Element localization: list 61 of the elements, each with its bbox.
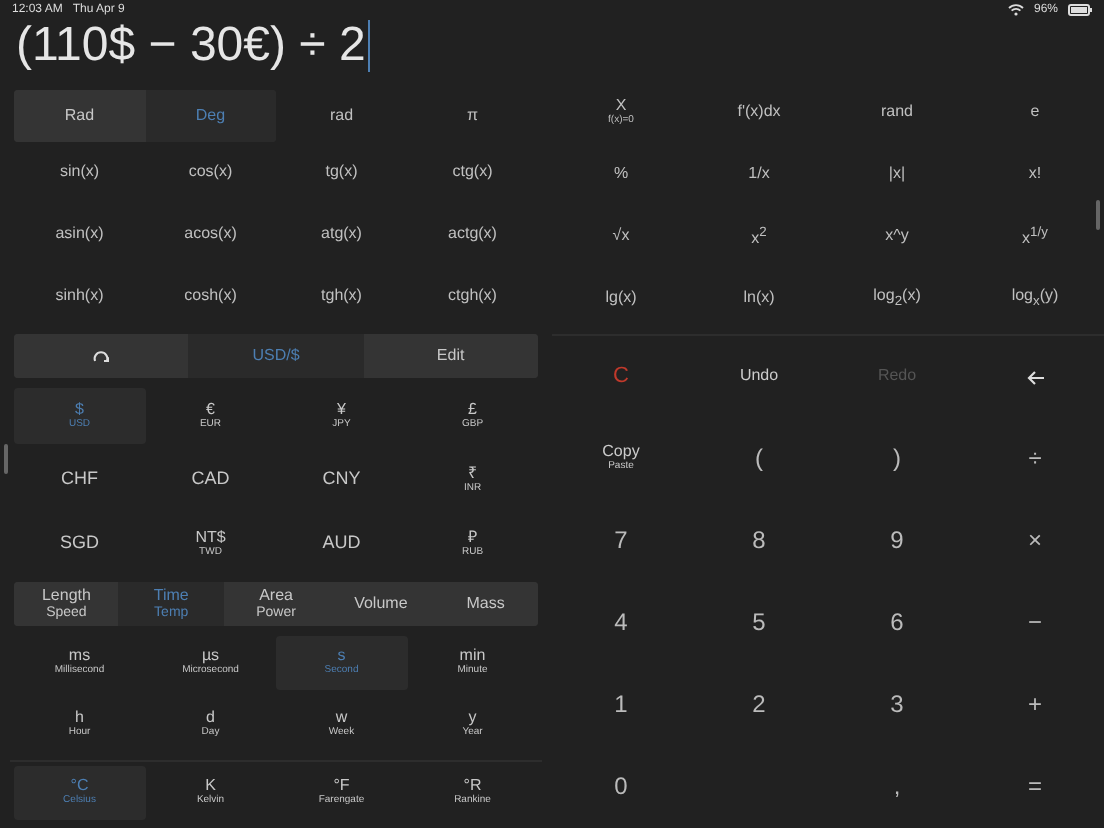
function-key[interactable]: acos(x) — [145, 204, 276, 266]
unit-item[interactable]: CNY — [276, 452, 407, 508]
function-key[interactable]: cos(x) — [145, 142, 276, 204]
refresh-icon — [92, 348, 111, 364]
function-key[interactable]: sin(x) — [14, 142, 145, 204]
function-key[interactable]: x$^{1/y}$ — [966, 206, 1104, 268]
text-cursor — [367, 20, 371, 72]
unit-item[interactable]: AUD — [276, 516, 407, 572]
keypad-key[interactable]: , — [828, 746, 966, 828]
operator-key[interactable]: + — [966, 664, 1104, 746]
function-key[interactable]: rad — [276, 90, 407, 142]
function-key[interactable]: f'(x)dx — [690, 82, 828, 144]
operator-key[interactable]: × — [966, 500, 1104, 582]
unit-item[interactable]: CAD — [145, 452, 276, 508]
keypad-key[interactable]: ) — [828, 418, 966, 500]
function-key[interactable]: √x — [552, 206, 690, 268]
keypad-key[interactable]: 4 — [552, 582, 690, 664]
keypad-key[interactable]: 2 — [690, 664, 828, 746]
function-key[interactable]: atg(x) — [276, 204, 407, 266]
unit-item[interactable]: SGD — [14, 516, 145, 572]
function-key[interactable]: asin(x) — [14, 204, 145, 266]
function-key[interactable]: actg(x) — [407, 204, 538, 266]
function-key[interactable]: tg(x) — [276, 142, 407, 204]
function-key[interactable]: ln(x) — [690, 268, 828, 330]
function-key[interactable]: e — [966, 82, 1104, 144]
keypad-key[interactable]: 3 — [828, 664, 966, 746]
function-key[interactable]: tgh(x) — [276, 266, 407, 328]
scroll-indicator — [1096, 200, 1100, 230]
function-key[interactable]: |x| — [828, 144, 966, 206]
function-key[interactable]: x! — [966, 144, 1104, 206]
keypad-key[interactable]: 1 — [552, 664, 690, 746]
unit-item[interactable]: CHF — [14, 452, 145, 508]
function-key[interactable]: lg(x) — [552, 268, 690, 330]
keypad-key[interactable]: 8 — [690, 500, 828, 582]
keypad-key[interactable]: 5 — [690, 582, 828, 664]
function-key[interactable]: log$_{x}$(y) — [966, 268, 1104, 330]
operator-key[interactable]: ÷ — [966, 418, 1104, 500]
function-key[interactable]: % — [552, 144, 690, 206]
function-key[interactable]: ctg(x) — [407, 142, 538, 204]
expression-display: (110$ − 30€) ÷ 2 — [16, 18, 366, 74]
left-arrow-icon — [1025, 369, 1045, 385]
scroll-indicator — [4, 444, 8, 474]
function-key[interactable]: x$^{2}$ — [690, 206, 828, 268]
undo-key[interactable]: Undo — [690, 336, 828, 418]
keypad-key[interactable]: 0 — [552, 746, 690, 828]
function-key[interactable]: π — [407, 90, 538, 142]
function-key[interactable]: cosh(x) — [145, 266, 276, 328]
function-key[interactable]: 1/x — [690, 144, 828, 206]
function-key[interactable]: x^y — [828, 206, 966, 268]
operator-key[interactable]: − — [966, 582, 1104, 664]
keypad-key[interactable]: ( — [690, 418, 828, 500]
function-key[interactable]: log$_{2}$(x) — [828, 268, 966, 330]
keypad-key[interactable]: 9 — [828, 500, 966, 582]
keypad-key[interactable]: 7 — [552, 500, 690, 582]
function-key[interactable]: sinh(x) — [14, 266, 145, 328]
keypad-key[interactable]: 6 — [828, 582, 966, 664]
operator-key[interactable]: = — [966, 746, 1104, 828]
wifi-icon — [1007, 3, 1024, 15]
function-key[interactable]: ctgh(x) — [407, 266, 538, 328]
function-key[interactable]: rand — [828, 82, 966, 144]
battery-icon — [1068, 3, 1092, 15]
